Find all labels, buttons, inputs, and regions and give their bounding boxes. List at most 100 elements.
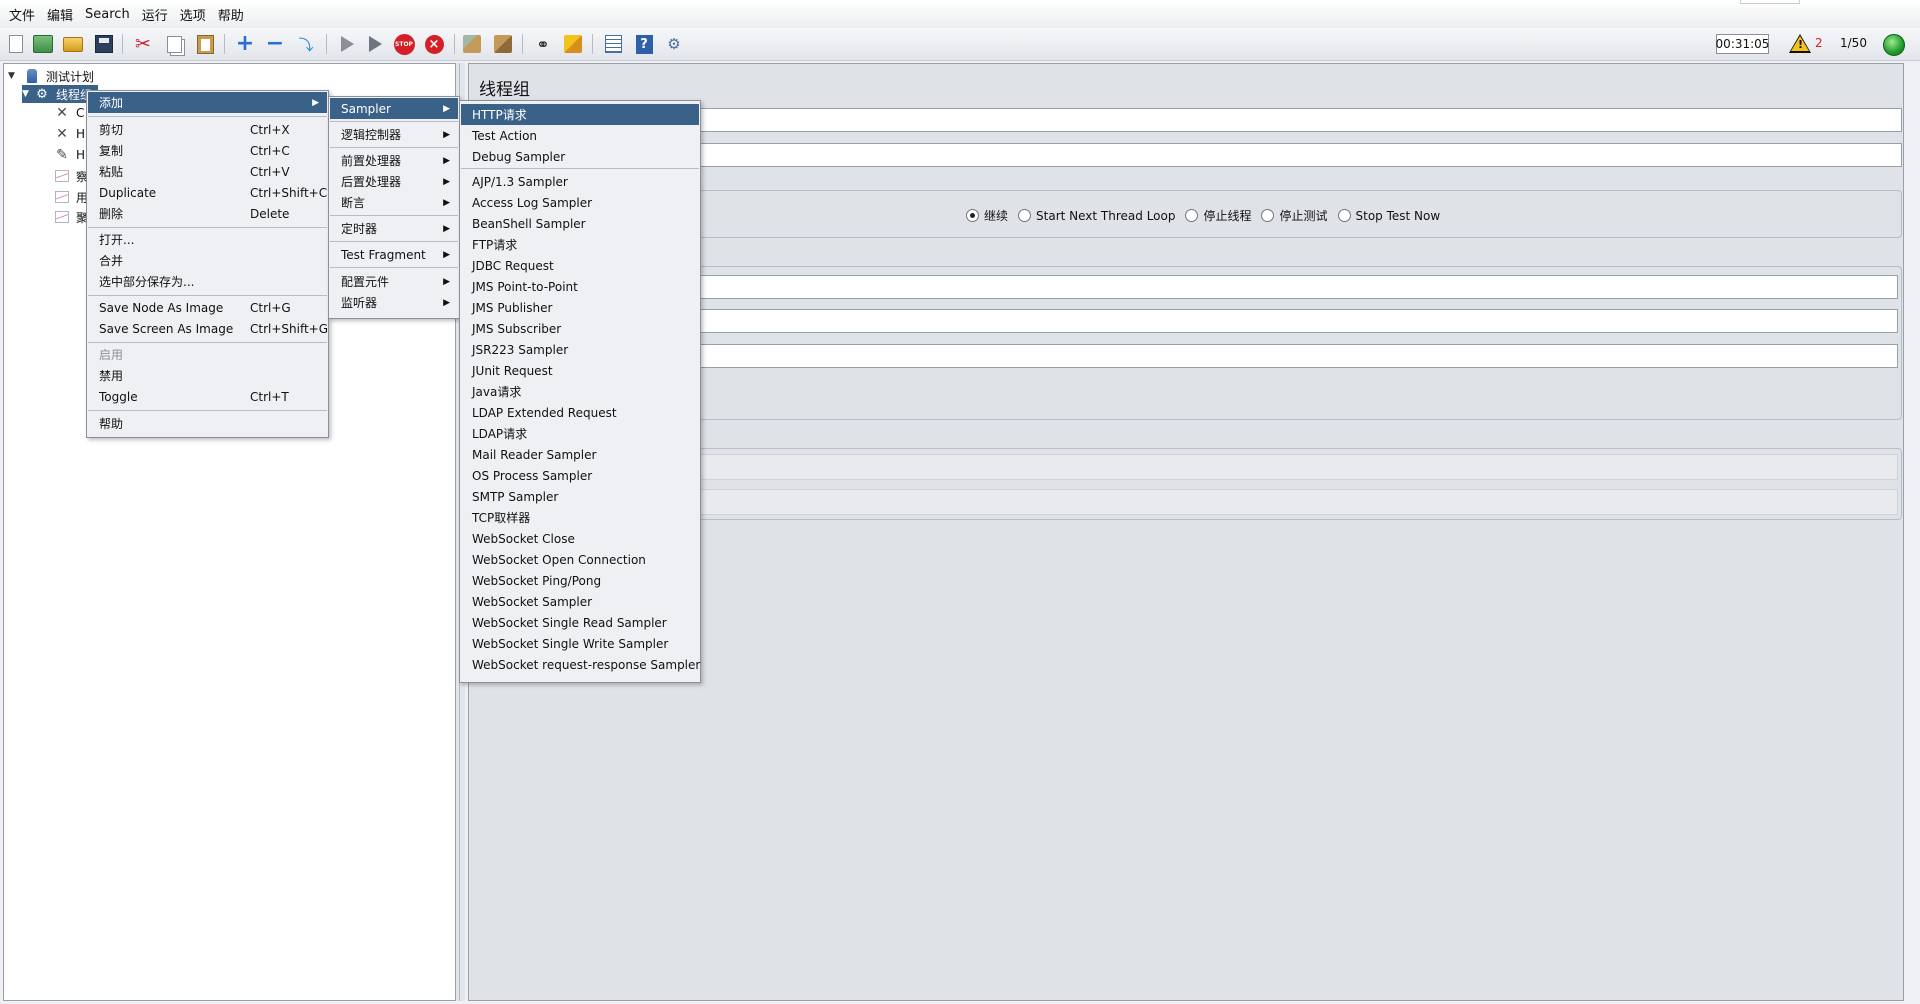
- sampler-item[interactable]: WebSocket Open Connection: [461, 549, 699, 570]
- start-no-timers-button[interactable]: [364, 33, 386, 55]
- menu-file[interactable]: 文件: [8, 3, 36, 26]
- sampler-item[interactable]: AJP/1.3 Sampler: [461, 171, 699, 192]
- sampler-item[interactable]: JMS Subscriber: [461, 318, 699, 339]
- sampler-item[interactable]: JMS Point-to-Point: [461, 276, 699, 297]
- cut-button[interactable]: ✂: [132, 33, 154, 55]
- menu-item-disable[interactable]: 禁用: [88, 365, 327, 386]
- sampler-item[interactable]: JSR223 Sampler: [461, 339, 699, 360]
- tree-node-listener-1[interactable]: 察: [54, 167, 88, 185]
- menu-run[interactable]: 运行: [141, 3, 169, 26]
- sampler-item[interactable]: FTP请求: [461, 234, 699, 255]
- tree-node-listener-2[interactable]: 用: [54, 188, 88, 206]
- radio-stop-thread[interactable]: [1185, 209, 1199, 222]
- clear-button[interactable]: [461, 33, 483, 55]
- loop-count-field[interactable]: [700, 344, 1898, 368]
- sampler-item[interactable]: SMTP Sampler: [461, 486, 699, 507]
- sampler-item[interactable]: WebSocket Close: [461, 528, 699, 549]
- tree-node-config[interactable]: ✕ C: [54, 104, 84, 122]
- submenu-item-sampler[interactable]: Sampler ▶: [330, 98, 458, 119]
- menu-item-label: 剪切: [99, 123, 124, 137]
- shutdown-button[interactable]: ×: [423, 33, 445, 55]
- sampler-item[interactable]: WebSocket Ping/Pong: [461, 570, 699, 591]
- sampler-item[interactable]: WebSocket Single Write Sampler: [461, 633, 699, 654]
- name-field[interactable]: [700, 108, 1902, 132]
- menu-item-paste[interactable]: 粘贴 Ctrl+V: [88, 161, 327, 182]
- radio-continue[interactable]: [966, 209, 979, 222]
- expand-button[interactable]: +: [234, 33, 256, 55]
- submenu-item-post-processor[interactable]: 后置处理器 ▶: [330, 171, 458, 192]
- tree-node-test-plan[interactable]: ▼ 测试计划: [8, 67, 94, 85]
- new-button[interactable]: [5, 33, 27, 55]
- sampler-item[interactable]: OS Process Sampler: [461, 465, 699, 486]
- radio-start-next-loop[interactable]: [1018, 209, 1032, 222]
- scheduler-row-duration[interactable]: [700, 454, 1898, 480]
- menu-edit[interactable]: 编辑: [46, 3, 74, 26]
- scheduler-row-delay[interactable]: [700, 489, 1898, 515]
- menu-item-duplicate[interactable]: Duplicate Ctrl+Shift+C: [88, 182, 327, 203]
- menu-item-add[interactable]: 添加 ▶: [88, 92, 327, 113]
- radio-stop-test-now[interactable]: [1337, 209, 1351, 222]
- copy-button[interactable]: [163, 33, 185, 55]
- sampler-item[interactable]: TCP取样器: [461, 507, 699, 528]
- menu-item-cut[interactable]: 剪切 Ctrl+X: [88, 119, 327, 140]
- search-button[interactable]: ⚭: [532, 33, 554, 55]
- submenu-item-pre-processor[interactable]: 前置处理器 ▶: [330, 150, 458, 171]
- menu-item-save-node-image[interactable]: Save Node As Image Ctrl+G: [88, 297, 327, 318]
- sampler-item[interactable]: JDBC Request: [461, 255, 699, 276]
- menu-item-toggle[interactable]: Toggle Ctrl+T: [88, 386, 327, 407]
- sampler-item[interactable]: JMS Publisher: [461, 297, 699, 318]
- tree-node-http-2[interactable]: ✎ H: [54, 146, 85, 164]
- menu-item-save-selection-as[interactable]: 选中部分保存为...: [88, 271, 327, 292]
- function-helper-button[interactable]: [602, 33, 624, 55]
- sampler-item[interactable]: JUnit Request: [461, 360, 699, 381]
- menu-item-delete[interactable]: 删除 Delete: [88, 203, 327, 224]
- menu-item-help[interactable]: 帮助: [88, 413, 327, 434]
- sampler-item[interactable]: LDAP Extended Request: [461, 402, 699, 423]
- sampler-item[interactable]: Java请求: [461, 381, 699, 402]
- tree-node-http-1[interactable]: ✕ H: [54, 125, 85, 143]
- menu-item-copy[interactable]: 复制 Ctrl+C: [88, 140, 327, 161]
- submenu-item-timer[interactable]: 定时器 ▶: [330, 218, 458, 239]
- reset-search-button[interactable]: [562, 33, 584, 55]
- sampler-item[interactable]: Mail Reader Sampler: [461, 444, 699, 465]
- submenu-item-test-fragment[interactable]: Test Fragment ▶: [330, 244, 458, 265]
- ramp-up-field[interactable]: [700, 309, 1898, 333]
- expand-arrow-icon[interactable]: ▼: [8, 71, 20, 81]
- menu-item-merge[interactable]: 合并: [88, 250, 327, 271]
- sampler-item[interactable]: Access Log Sampler: [461, 192, 699, 213]
- sampler-item[interactable]: WebSocket Sampler: [461, 591, 699, 612]
- radio-stop-test[interactable]: [1261, 209, 1275, 222]
- submenu-item-logic-controller[interactable]: 逻辑控制器 ▶: [330, 124, 458, 145]
- sampler-item[interactable]: WebSocket Single Read Sampler: [461, 612, 699, 633]
- toggle-button[interactable]: ⤵: [295, 33, 317, 55]
- help-button[interactable]: ?: [633, 33, 655, 55]
- tree-node-listener-3[interactable]: 聚: [54, 208, 88, 226]
- remote-button[interactable]: ⚙: [663, 33, 685, 55]
- sampler-item[interactable]: Debug Sampler: [461, 146, 699, 167]
- start-button[interactable]: [336, 33, 358, 55]
- sampler-item[interactable]: HTTP请求: [461, 104, 699, 125]
- open-button[interactable]: [62, 33, 84, 55]
- stop-button[interactable]: STOP: [393, 33, 415, 55]
- sampler-item[interactable]: LDAP请求: [461, 423, 699, 444]
- menu-help[interactable]: 帮助: [217, 3, 245, 26]
- submenu-item-assertion[interactable]: 断言 ▶: [330, 192, 458, 213]
- save-button[interactable]: [93, 33, 115, 55]
- sampler-item[interactable]: Test Action: [461, 125, 699, 146]
- paste-button[interactable]: [194, 33, 216, 55]
- collapse-button[interactable]: −: [264, 33, 286, 55]
- thread-count-field[interactable]: [700, 275, 1898, 299]
- menu-search[interactable]: Search: [84, 5, 131, 24]
- sampler-item[interactable]: BeanShell Sampler: [461, 213, 699, 234]
- menu-options[interactable]: 选项: [179, 3, 207, 26]
- menu-item-open[interactable]: 打开...: [88, 229, 327, 250]
- comments-field[interactable]: [700, 143, 1902, 167]
- submenu-item-config-element[interactable]: 配置元件 ▶: [330, 271, 458, 292]
- sampler-item[interactable]: WebSocket request-response Sampler: [461, 654, 700, 675]
- warning-icon[interactable]: [1789, 34, 1811, 53]
- submenu-item-listener[interactable]: 监听器 ▶: [330, 292, 458, 313]
- clear-all-button[interactable]: [492, 33, 514, 55]
- expand-arrow-icon[interactable]: ▼: [22, 89, 34, 99]
- templates-button[interactable]: [32, 33, 54, 55]
- menu-item-save-screen-image[interactable]: Save Screen As Image Ctrl+Shift+G: [88, 318, 328, 339]
